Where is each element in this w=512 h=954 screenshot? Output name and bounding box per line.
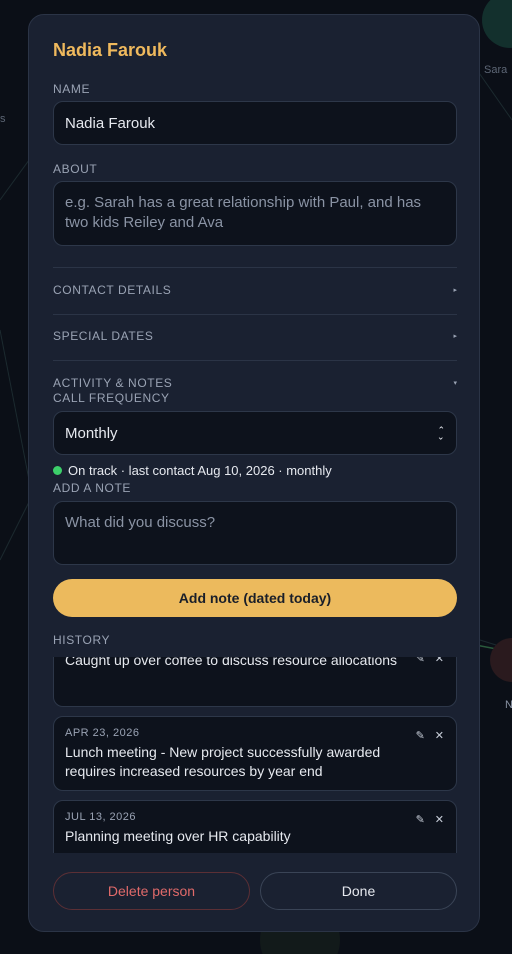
- edit-icon[interactable]: ✎: [416, 813, 425, 826]
- close-icon[interactable]: ✕: [435, 813, 444, 826]
- chevron-up-down-icon: ⌃ ⌃: [437, 425, 445, 442]
- history-item: ✎ ✕ Caught up over coffee to discuss res…: [53, 657, 457, 707]
- note-placeholder: What did you discuss?: [65, 514, 216, 531]
- add-note-label: ADD A NOTE: [53, 481, 132, 495]
- history-item-text: Planning meeting over HR capability: [65, 828, 291, 844]
- person-detail-panel: Nadia Farouk NAME Nadia Farouk ABOUT e.g…: [28, 14, 480, 932]
- history-list[interactable]: ✎ ✕ Caught up over coffee to discuss res…: [53, 657, 457, 853]
- close-icon[interactable]: ✕: [435, 657, 444, 665]
- section-label: CONTACT DETAILS: [53, 283, 172, 297]
- name-label: NAME: [53, 82, 91, 96]
- history-item-actions: ✎ ✕: [416, 729, 444, 742]
- graph-node-label: Sara: [484, 64, 508, 76]
- graph-node-sara[interactable]: [482, 0, 512, 48]
- section-label: SPECIAL DATES: [53, 329, 154, 343]
- history-item-text: Lunch meeting - New project successfully…: [65, 744, 381, 779]
- close-icon[interactable]: ✕: [435, 729, 444, 742]
- edit-icon[interactable]: ✎: [416, 657, 425, 665]
- caret-right-icon: ▸: [453, 287, 457, 294]
- history-item-actions: ✎ ✕: [416, 813, 444, 826]
- status-dot-icon: [53, 466, 62, 475]
- add-note-button[interactable]: Add note (dated today): [53, 579, 457, 617]
- divider: [53, 267, 457, 268]
- divider: [53, 360, 457, 361]
- call-frequency-value: Monthly: [65, 424, 118, 442]
- panel-title: Nadia Farouk: [53, 40, 168, 60]
- about-placeholder: e.g. Sarah has a great relationship with…: [65, 194, 422, 231]
- call-frequency-label: CALL FREQUENCY: [53, 391, 170, 405]
- history-item: APR 23, 2026 ✎ ✕ Lunch meeting - New pro…: [53, 716, 457, 791]
- contact-status: On track · last contact Aug 10, 2026 · m…: [53, 463, 332, 478]
- graph-node-label: s: [0, 113, 6, 125]
- history-item-date: APR 23, 2026: [65, 727, 140, 739]
- caret-down-icon: ▾: [453, 380, 457, 387]
- edit-icon[interactable]: ✎: [416, 729, 425, 742]
- note-textarea[interactable]: What did you discuss?: [53, 501, 457, 565]
- delete-person-button[interactable]: Delete person: [53, 872, 250, 910]
- divider: [53, 314, 457, 315]
- section-contact-details[interactable]: CONTACT DETAILS ▸: [53, 279, 457, 301]
- section-label: ACTIVITY & NOTES: [53, 376, 173, 390]
- caret-right-icon: ▸: [453, 333, 457, 340]
- about-label: ABOUT: [53, 162, 98, 176]
- call-frequency-select[interactable]: Monthly ⌃ ⌃: [53, 411, 457, 455]
- status-text: On track · last contact Aug 10, 2026 · m…: [68, 463, 332, 478]
- section-special-dates[interactable]: SPECIAL DATES ▸: [53, 325, 457, 347]
- name-input[interactable]: Nadia Farouk: [53, 101, 457, 145]
- history-item-actions: ✎ ✕: [416, 657, 444, 665]
- done-button[interactable]: Done: [260, 872, 457, 910]
- history-item-text: Caught up over coffee to discuss resourc…: [65, 657, 398, 668]
- history-item-date: JUL 13, 2026: [65, 811, 137, 823]
- about-textarea[interactable]: e.g. Sarah has a great relationship with…: [53, 181, 457, 246]
- history-item: JUL 13, 2026 ✎ ✕ Planning meeting over H…: [53, 800, 457, 853]
- name-input-value: Nadia Farouk: [65, 115, 156, 132]
- history-label: HISTORY: [53, 633, 111, 647]
- graph-node-label: N: [505, 699, 512, 711]
